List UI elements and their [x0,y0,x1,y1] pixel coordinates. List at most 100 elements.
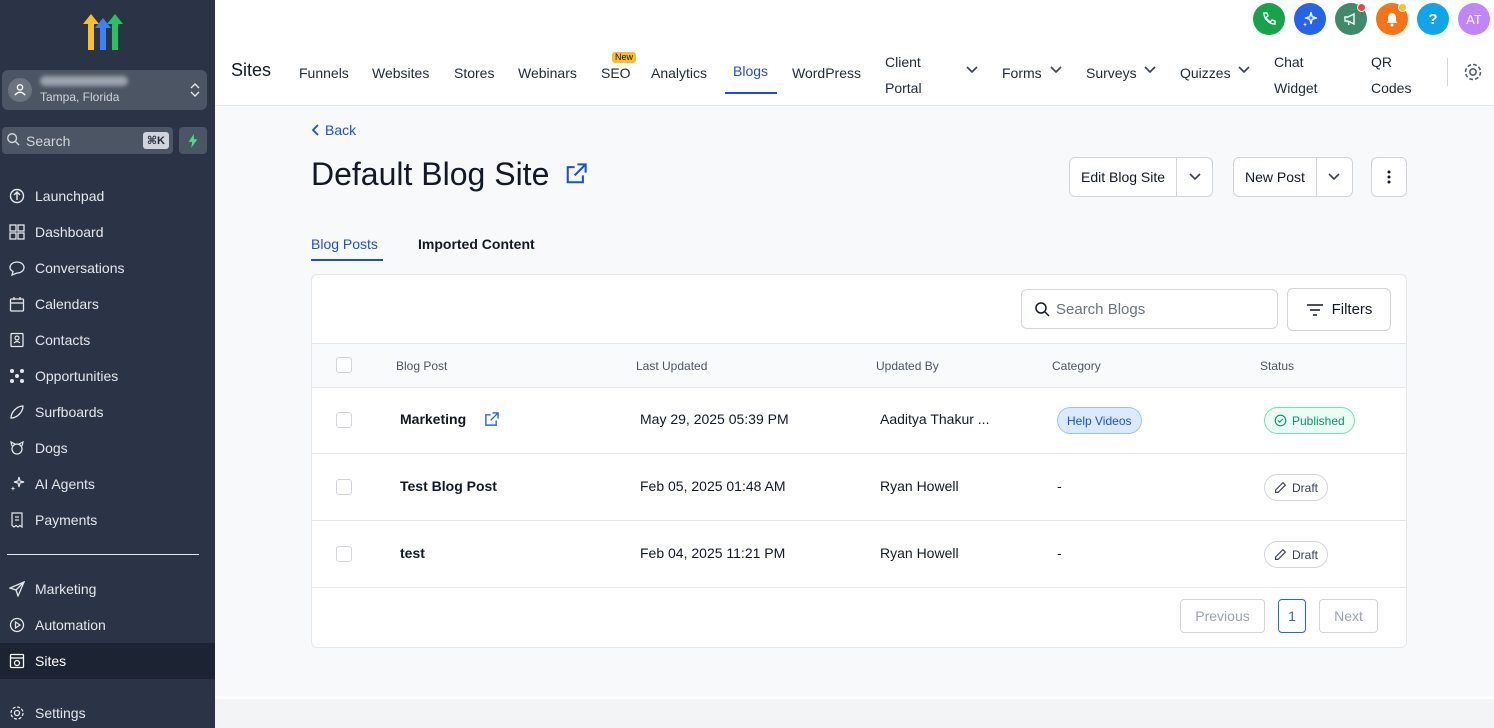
sidebar-item-settings[interactable]: Settings [0,695,215,728]
tab-forms[interactable]: Forms [1002,45,1042,101]
tab-label: Quizzes [1180,65,1231,81]
phone-button[interactable] [1253,3,1285,35]
sidebar-nav-settings: Settings [0,695,215,728]
tab-wordpress[interactable]: WordPress [792,45,861,101]
help-button[interactable]: ? [1417,3,1449,35]
sidebar-item-marketing[interactable]: Marketing [0,571,215,607]
status-badge: Published [1264,407,1355,434]
edit-blog-site-dropdown[interactable] [1176,158,1212,196]
sidebar-item-label: Surfboards [35,404,104,420]
sidebar-item-surfboards[interactable]: Surfboards [0,394,215,430]
filters-label: Filters [1331,301,1373,318]
tab-qr-codes[interactable]: QR Codes [1371,47,1411,103]
sidebar-item-conversations[interactable]: Conversations [0,250,215,286]
chevron-down-icon[interactable] [1050,66,1062,74]
tab-client-portal[interactable]: Client Portal [885,47,922,103]
page-number-button[interactable]: 1 [1278,599,1306,633]
more-options-button[interactable] [1371,157,1407,197]
new-post-button[interactable]: New Post [1234,158,1316,196]
tab-websites[interactable]: Websites [372,45,429,101]
table-row[interactable]: Marketing May 29, 2025 05:39 PM Aaditya … [312,387,1406,454]
automation-icon [8,616,26,634]
tab-analytics[interactable]: Analytics [651,45,707,101]
row-checkbox[interactable] [336,546,352,562]
sidebar-item-label: Calendars [35,296,99,312]
gear-icon [8,704,26,722]
tab-label: WordPress [792,65,861,81]
subtab-active-indicator [311,259,383,261]
previous-page-button[interactable]: Previous [1180,599,1265,633]
blog-post-title[interactable]: test [400,545,425,561]
notifications-button[interactable] [1376,3,1408,35]
blog-posts-card: Filters Blog Post Last Updated Updated B… [311,274,1407,648]
contacts-icon [8,331,26,349]
announcements-button[interactable] [1335,3,1367,35]
app-logo[interactable] [82,14,124,52]
sidebar-item-opportunities[interactable]: Opportunities [0,358,215,394]
sidebar-item-contacts[interactable]: Contacts [0,322,215,358]
tab-blogs[interactable]: Blogs [733,43,768,99]
rocket-icon [8,187,26,205]
search-icon [6,132,20,149]
status-badge: Draft [1264,474,1329,501]
tab-label: Widget [1274,80,1318,96]
tab-chat-widget[interactable]: Chat Widget [1274,47,1318,103]
chevron-down-icon[interactable] [1238,66,1250,74]
sidebar-item-dogs[interactable]: Dogs [0,430,215,466]
sidebar-item-sites[interactable]: Sites [0,643,215,679]
search-blogs-input[interactable] [1056,300,1256,318]
notification-dot [1398,3,1407,12]
tab-imported-content[interactable]: Imported Content [418,236,535,252]
sidebar-search[interactable]: Search ⌘K [2,127,173,154]
blog-post-title[interactable]: Marketing [400,411,466,427]
sidebar-item-launchpad[interactable]: Launchpad [0,178,215,214]
sidebar-item-dashboard[interactable]: Dashboard [0,214,215,250]
sidebar-item-ai-agents[interactable]: AI Agents [0,466,215,502]
sidebar-item-label: Marketing [35,581,97,597]
search-shortcut: ⌘K [142,132,169,149]
tab-quizzes[interactable]: Quizzes [1180,45,1231,101]
table-row[interactable]: Test Blog Post Feb 05, 2025 01:48 AM Rya… [312,454,1406,521]
settings-gear-icon[interactable] [1463,62,1483,82]
back-link[interactable]: Back [311,122,356,138]
sidebar-item-label: AI Agents [35,476,95,492]
surfboard-icon [8,403,26,421]
user-avatar[interactable]: AT [1458,3,1490,35]
chevron-down-icon[interactable] [1144,66,1156,74]
tab-blog-posts[interactable]: Blog Posts [311,236,378,252]
filter-icon [1306,303,1323,316]
status-label: Published [1292,413,1345,428]
row-checkbox[interactable] [336,479,352,495]
last-updated: Feb 05, 2025 01:48 AM [640,478,786,494]
row-checkbox[interactable] [336,412,352,428]
bell-icon [1386,13,1398,27]
external-link-icon[interactable] [484,412,499,427]
tab-surveys[interactable]: Surveys [1086,45,1137,101]
blog-post-title[interactable]: Test Blog Post [400,478,497,494]
chevron-left-icon [311,124,319,136]
location-name-redacted [40,76,128,86]
location-switcher[interactable]: Tampa, Florida [2,70,207,110]
sidebar-item-automation[interactable]: Automation [0,607,215,643]
sidebar-item-payments[interactable]: Payments [0,502,215,538]
tab-webinars[interactable]: Webinars [518,45,577,101]
chevron-down-icon [1188,173,1201,181]
button-label: Edit Blog Site [1081,169,1166,185]
table-row[interactable]: test Feb 04, 2025 11:21 PM Ryan Howell -… [312,521,1406,588]
sidebar-item-calendars[interactable]: Calendars [0,286,215,322]
external-link-icon[interactable] [565,163,587,185]
tab-funnels[interactable]: Funnels [299,45,349,101]
edit-blog-site-button[interactable]: Edit Blog Site [1070,158,1176,196]
sidebar-item-label: Conversations [35,260,125,276]
ai-assistant-button[interactable] [1294,3,1326,35]
new-post-dropdown[interactable] [1315,158,1352,196]
grid-icon [8,223,26,241]
quick-actions-button[interactable] [179,127,207,154]
next-page-button[interactable]: Next [1319,599,1378,633]
chevron-down-icon[interactable] [966,66,978,74]
sparkle-icon [1303,11,1318,27]
tab-stores[interactable]: Stores [454,45,494,101]
filters-button[interactable]: Filters [1287,288,1391,331]
sidebar-item-label: Contacts [35,332,91,348]
select-all-checkbox[interactable] [336,357,352,373]
